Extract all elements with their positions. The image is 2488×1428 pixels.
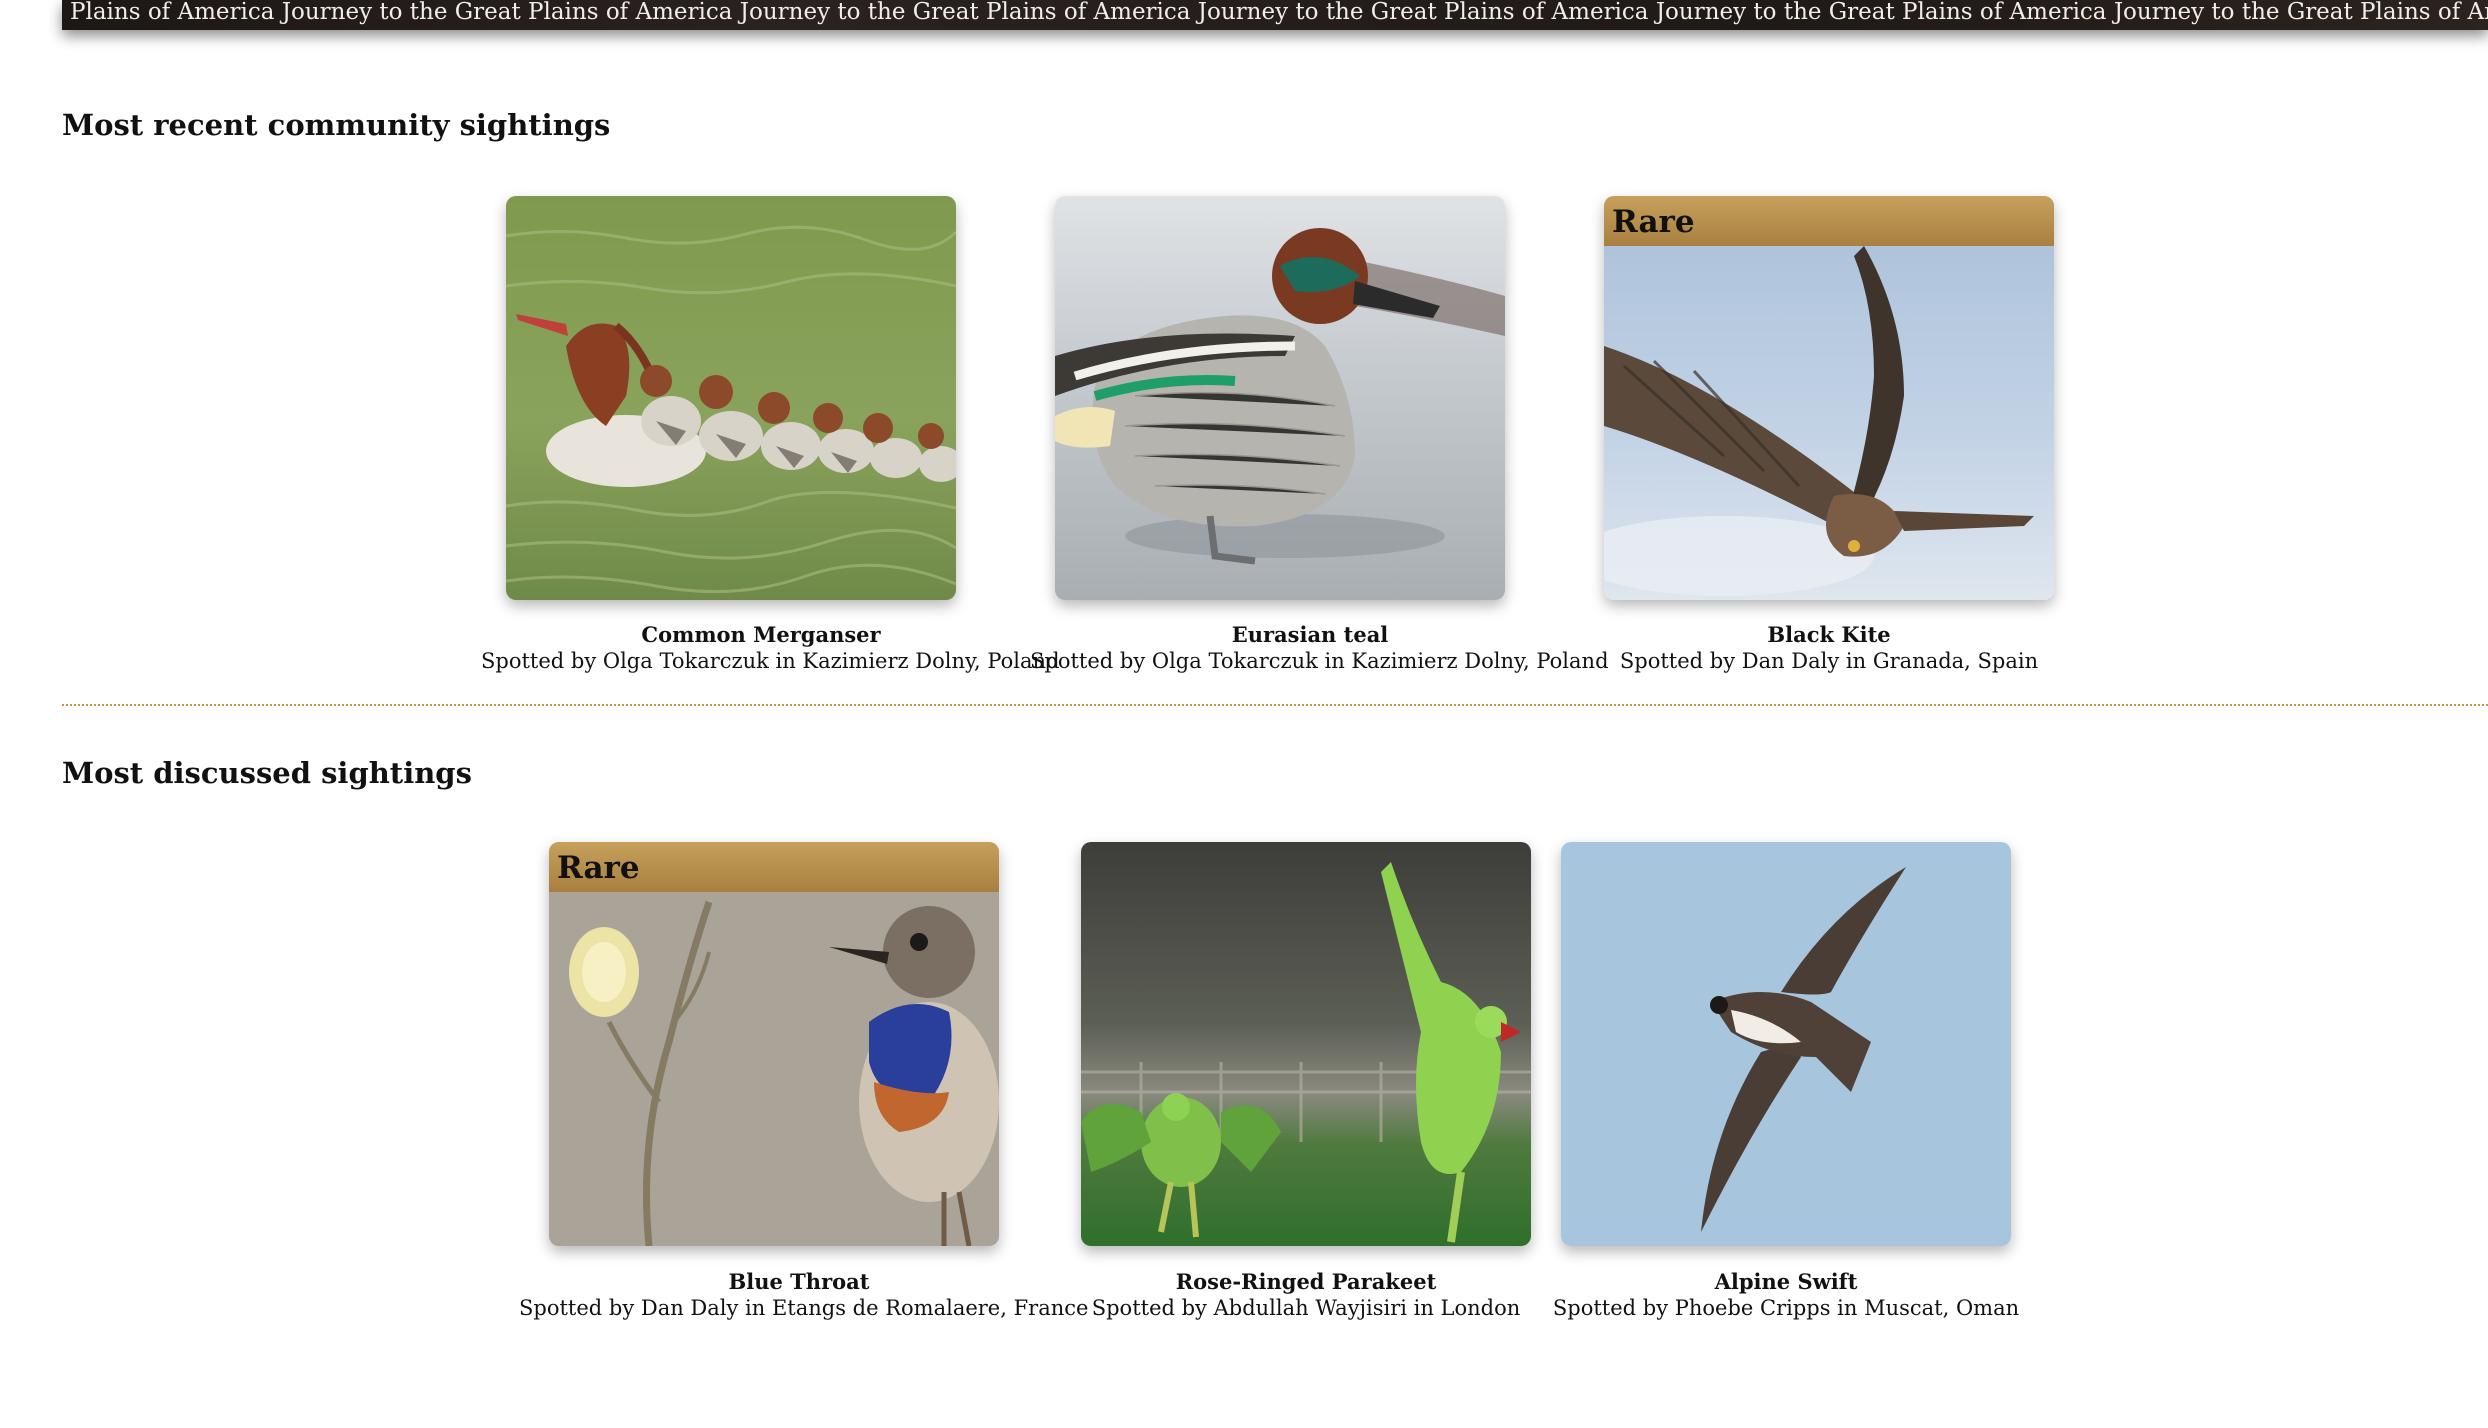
banner-text: Plains of America Journey to the Great P… (70, 0, 2488, 25)
sighting-card-image[interactable] (1055, 196, 1505, 600)
sighting-card-caption: Common Merganser Spotted by Olga Tokarcz… (481, 622, 1060, 674)
sighting-card-caption: Blue Throat Spotted by Dan Daly in Etang… (519, 1269, 1089, 1321)
sighting-card-caption: Rose-Ringed Parakeet Spotted by Abdullah… (1026, 1269, 1586, 1321)
bluethroat-photo (549, 842, 999, 1246)
kite-photo (1604, 196, 2054, 600)
sighting-card-image[interactable] (1561, 842, 2011, 1246)
sighting-details: Spotted by Abdullah Wayjisiri in London (1091, 1296, 1521, 1320)
sighting-details: Spotted by Dan Daly in Granada, Spain (1619, 649, 2039, 673)
page: Plains of America Journey to the Great P… (0, 0, 2488, 1428)
rare-badge: Rare (549, 842, 999, 892)
sighting-card-caption: Eurasian teal Spotted by Olga Tokarczuk … (1030, 622, 1609, 674)
sighting-details: Spotted by Olga Tokarczuk in Kazimierz D… (1030, 649, 1609, 673)
bird-name[interactable]: Rose-Ringed Parakeet (1026, 1269, 1586, 1295)
bird-name[interactable]: Black Kite (1549, 622, 2109, 648)
bird-name[interactable]: Alpine Swift (1506, 1269, 2066, 1295)
bird-name[interactable]: Common Merganser (481, 622, 1041, 648)
sighting-card-image[interactable] (506, 196, 956, 600)
sighting-card-image[interactable]: Rare (549, 842, 999, 1246)
sighting-card-image[interactable] (1081, 842, 1531, 1246)
sighting-details: Spotted by Phoebe Cripps in Muscat, Oman (1552, 1296, 2020, 1320)
merganser-photo (506, 196, 956, 600)
sighting-details: Spotted by Dan Daly in Etangs de Romalae… (519, 1296, 1089, 1320)
discussed-sightings-title: Most discussed sightings (62, 756, 472, 790)
section-divider (62, 704, 2488, 706)
bird-name[interactable]: Eurasian teal (1030, 622, 1590, 648)
teal-photo (1055, 196, 1505, 600)
recent-sightings-title: Most recent community sightings (62, 108, 611, 142)
sighting-details: Spotted by Olga Tokarczuk in Kazimierz D… (481, 649, 1060, 673)
rare-badge: Rare (1604, 196, 2054, 246)
sighting-card-caption: Black Kite Spotted by Dan Daly in Granad… (1549, 622, 2109, 674)
bird-name[interactable]: Blue Throat (519, 1269, 1079, 1295)
sighting-card-caption: Alpine Swift Spotted by Phoebe Cripps in… (1506, 1269, 2066, 1321)
journey-banner[interactable]: Plains of America Journey to the Great P… (62, 0, 2488, 30)
sighting-card-image[interactable]: Rare (1604, 196, 2054, 600)
swift-photo (1561, 842, 2011, 1246)
parakeet-photo (1081, 842, 1531, 1246)
